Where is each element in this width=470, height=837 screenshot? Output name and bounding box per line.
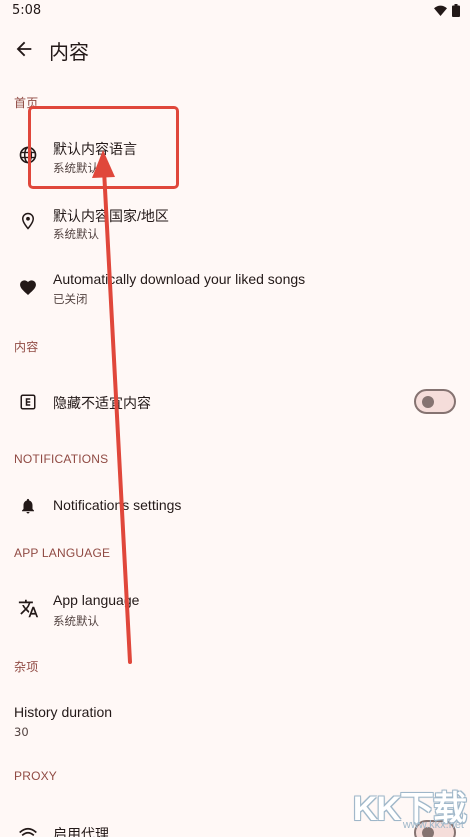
setting-title: Notifications settings — [53, 497, 182, 513]
setting-subtitle: 系统默认 — [53, 614, 99, 628]
proxy-wifi-icon — [17, 824, 39, 837]
setting-subtitle: 系统默认 — [53, 161, 99, 175]
section-header-home: 首页 — [14, 96, 39, 110]
setting-title: 默认内容国家/地区 — [53, 208, 169, 224]
switch-thumb — [422, 396, 434, 408]
setting-subtitle: 系统默认 — [53, 227, 99, 241]
heart-icon — [17, 276, 39, 298]
setting-content-country[interactable]: 默认内容国家/地区 系统默认 — [0, 192, 470, 254]
back-arrow-icon[interactable] — [13, 38, 35, 60]
setting-auto-download[interactable]: Automatically download your liked songs … — [0, 258, 470, 320]
switch-thumb — [422, 827, 434, 837]
page-title: 内容 — [49, 40, 89, 64]
section-header-notifications: NOTIFICATIONS — [14, 452, 109, 466]
setting-value: 30 — [14, 725, 29, 739]
setting-hide-explicit[interactable]: 隐藏不适宜内容 — [0, 372, 470, 430]
setting-enable-proxy[interactable]: 启用代理 — [0, 800, 470, 837]
setting-title: App language — [53, 592, 140, 608]
setting-notifications[interactable]: Notifications settings — [0, 480, 470, 532]
setting-title: 启用代理 — [53, 826, 109, 837]
translate-icon — [17, 597, 39, 619]
section-header-app-language: APP LANGUAGE — [14, 546, 111, 560]
battery-icon — [452, 4, 460, 17]
setting-subtitle: 已关闭 — [53, 292, 88, 306]
wifi-icon — [434, 5, 447, 16]
section-header-proxy: PROXY — [14, 769, 58, 783]
setting-title: History duration — [14, 704, 113, 720]
section-header-misc: 杂项 — [14, 660, 39, 674]
setting-title: Automatically download your liked songs — [53, 271, 306, 287]
bell-icon — [17, 495, 39, 517]
hide-explicit-switch[interactable] — [414, 389, 456, 414]
setting-title: 默认内容语言 — [53, 141, 137, 157]
section-header-content: 内容 — [14, 340, 39, 354]
setting-history-duration[interactable]: History duration 30 — [0, 690, 470, 746]
explicit-icon — [17, 391, 39, 413]
setting-title: 隐藏不适宜内容 — [53, 395, 151, 411]
status-icons — [434, 4, 460, 17]
status-bar: 5:08 — [0, 0, 470, 22]
status-time: 5:08 — [12, 3, 42, 18]
setting-content-language[interactable]: 默认内容语言 系统默认 — [0, 124, 470, 186]
globe-icon — [17, 144, 39, 166]
location-pin-icon — [17, 210, 39, 232]
app-bar: 内容 — [0, 30, 470, 70]
setting-app-language[interactable]: App language 系统默认 — [0, 578, 470, 638]
enable-proxy-switch[interactable] — [414, 820, 456, 837]
